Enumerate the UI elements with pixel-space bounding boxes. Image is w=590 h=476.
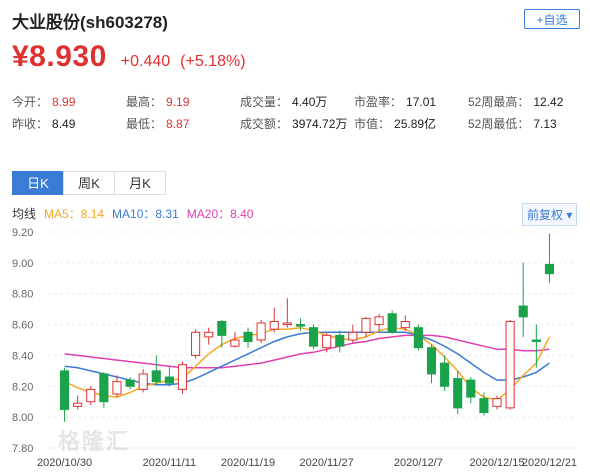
- legend-title: 均线: [12, 207, 37, 221]
- quote-row: ¥8.930 +0.440 (+5.18%): [12, 40, 246, 80]
- candle-up: [322, 334, 332, 349]
- x-tick-label: 2020/12/15: [469, 457, 524, 469]
- candle-up: [361, 317, 371, 333]
- x-tick-label: 2020/11/11: [143, 457, 196, 469]
- ma10-line: [64, 331, 550, 386]
- candle-down: [125, 379, 135, 387]
- candle-up: [374, 316, 384, 326]
- stat-prev-close: 昨收： 8.49: [12, 117, 76, 131]
- ma20-line: [64, 334, 550, 369]
- stat-turnover: 成交额： 3974.72万: [240, 117, 348, 131]
- candle-down: [217, 320, 227, 336]
- candle-down: [466, 379, 476, 398]
- candle-up: [230, 339, 240, 347]
- stat-pe: 市盈率： 17.01: [354, 95, 437, 109]
- x-tick-label: 2020/10/30: [37, 457, 92, 469]
- candle-up: [269, 320, 279, 330]
- stat-52w-high: 52周最高： 12.42: [468, 95, 564, 109]
- candle-up: [138, 373, 148, 390]
- candle-up: [492, 398, 502, 407]
- candle-down: [243, 331, 253, 343]
- y-tick-label: 8.60: [12, 320, 33, 332]
- ma5-line: [64, 326, 551, 402]
- candle-up: [191, 331, 201, 356]
- legend-ma20: MA20：8.40: [186, 207, 254, 221]
- stats-panel: 今开： 8.99 最高： 9.19 成交量： 4.40万 市盈率： 17.01 52周最…: [12, 93, 582, 137]
- candle-up: [177, 364, 188, 390]
- candle-up: [400, 320, 410, 329]
- y-tick-label: 9.00: [12, 258, 33, 270]
- y-tick-label: 8.20: [12, 381, 33, 393]
- legend-ma5: MA5：8.14: [44, 207, 105, 221]
- period-tabs: 日K 周K 月K: [12, 171, 166, 195]
- candle-down: [544, 263, 555, 275]
- tab-monthly-k[interactable]: 月K: [114, 171, 166, 195]
- y-tick-label: 8.80: [12, 289, 33, 301]
- candle-down: [151, 370, 161, 383]
- candle-down: [479, 398, 489, 414]
- candle-down: [426, 347, 437, 375]
- tab-daily-k[interactable]: 日K: [12, 171, 64, 195]
- x-tick-label: 2020/12/21: [522, 457, 577, 469]
- y-tick-label: 8.00: [12, 412, 33, 424]
- candle-up: [73, 402, 83, 407]
- ma-legend: 均线 MA5：8.14 MA10：8.31 MA20：8.40: [12, 205, 261, 222]
- candle-down: [335, 334, 345, 347]
- price-change-percent: (+5.18%): [180, 53, 246, 70]
- legend-ma10: MA10：8.31: [112, 207, 179, 221]
- x-tick-label: 2020/11/19: [221, 457, 275, 469]
- stock-title: 大业股份(sh603278): [12, 13, 168, 32]
- stat-52w-low: 52周最低： 7.13: [468, 117, 557, 131]
- stat-high: 最高： 9.19: [126, 95, 190, 109]
- candle-down: [531, 339, 541, 343]
- x-tick-label: 2020/12/7: [394, 457, 443, 469]
- candle-down: [387, 313, 397, 333]
- candle-down: [453, 378, 463, 409]
- current-price: ¥8.930: [12, 40, 107, 73]
- x-tick-label: 2020/11/27: [300, 457, 354, 469]
- y-tick-label: 9.20: [12, 227, 33, 239]
- stats-row-2: 昨收： 8.49 最低： 8.87 成交额： 3974.72万 市值： 25.89亿 5…: [12, 115, 582, 137]
- stat-low: 最低： 8.87: [126, 117, 190, 131]
- candle-down: [440, 362, 450, 387]
- tab-weekly-k[interactable]: 周K: [63, 171, 115, 195]
- candle-down: [413, 327, 423, 349]
- stats-row-1: 今开： 8.99 最高： 9.19 成交量： 4.40万 市盈率： 17.01 52周最…: [12, 93, 582, 115]
- candle-down: [164, 376, 174, 384]
- stat-market-cap: 市值： 25.89亿: [354, 117, 437, 131]
- candle-down: [518, 305, 528, 318]
- candle-up: [348, 331, 358, 341]
- y-tick-label: 8.40: [12, 350, 33, 362]
- stat-volume: 成交量： 4.40万: [240, 95, 328, 109]
- price-change: +0.440: [120, 53, 171, 70]
- candle-up: [282, 322, 292, 326]
- candle-up: [256, 322, 266, 341]
- candle-up: [505, 320, 515, 409]
- candle-down: [59, 370, 70, 410]
- y-tick-label: 7.80: [12, 443, 33, 455]
- candle-down: [99, 373, 109, 403]
- candle-up: [204, 331, 214, 338]
- candle-down: [295, 324, 306, 327]
- stat-open: 今开： 8.99: [12, 95, 76, 109]
- candle-up: [112, 381, 122, 395]
- add-to-watchlist-button[interactable]: +自选: [524, 9, 580, 29]
- candle-down: [308, 327, 319, 347]
- candle-up: [86, 388, 96, 403]
- watermark-logo: 格隆汇: [58, 429, 131, 454]
